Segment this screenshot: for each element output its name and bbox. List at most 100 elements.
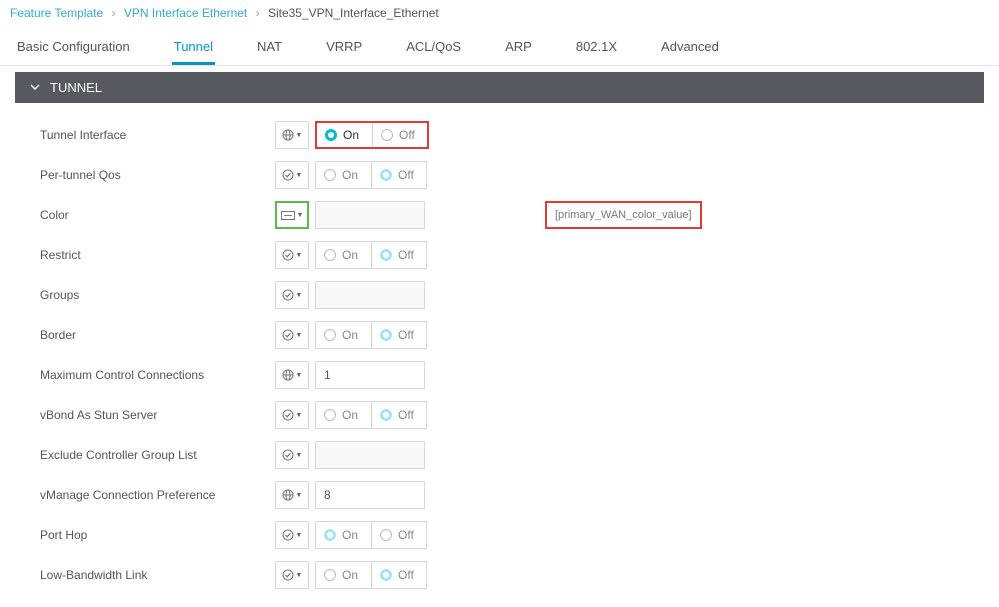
chevron-down-icon: [30, 80, 40, 95]
radio-icon: [380, 409, 392, 421]
row-vbond_stun: vBond As Stun Server▼OnOff: [15, 395, 984, 435]
check-icon: [282, 529, 294, 541]
breadcrumb-root[interactable]: Feature Template: [10, 6, 103, 20]
on-option[interactable]: On: [317, 123, 372, 147]
tab-arp[interactable]: ARP: [503, 31, 534, 65]
tab-tunnel[interactable]: Tunnel: [172, 31, 215, 65]
source-type-dropdown[interactable]: ▼: [275, 161, 309, 189]
source-type-dropdown[interactable]: ▼: [275, 521, 309, 549]
on-option[interactable]: On: [316, 242, 371, 268]
source-type-dropdown[interactable]: ▼: [275, 401, 309, 429]
off-option[interactable]: Off: [371, 322, 426, 348]
row-max_ctrl: Maximum Control Connections ▼ 1: [15, 355, 984, 395]
breadcrumb: Feature Template › VPN Interface Etherne…: [0, 0, 999, 26]
off-option[interactable]: Off: [371, 402, 426, 428]
label-border: Border: [15, 328, 275, 342]
row-tunnel_interface: Tunnel Interface▼OnOff: [15, 115, 984, 155]
option-label: Off: [398, 168, 414, 182]
breadcrumb-sep-icon: ›: [256, 6, 260, 20]
onoff-group-restrict: On Off: [315, 241, 427, 269]
caret-down-icon: ▼: [296, 452, 303, 459]
breadcrumb-current: Site35_VPN_Interface_Ethernet: [268, 6, 439, 20]
on-option[interactable]: On: [316, 522, 371, 548]
label-max_ctrl: Maximum Control Connections: [15, 368, 275, 382]
option-label: Off: [398, 568, 414, 582]
tab-bar: Basic Configuration Tunnel NAT VRRP ACL/QoS A…: [0, 26, 999, 66]
check-icon: [282, 409, 294, 421]
radio-icon: [324, 329, 336, 341]
globe-icon: [282, 489, 294, 501]
source-type-dropdown[interactable]: ▼: [275, 241, 309, 269]
option-label: On: [342, 568, 358, 582]
caret-down-icon: ▼: [296, 372, 303, 379]
check-icon: [282, 329, 294, 341]
option-label: Off: [399, 128, 415, 142]
hint-box-color: [primary_WAN_color_value]: [545, 201, 702, 229]
on-option[interactable]: On: [316, 162, 371, 188]
option-label: Off: [398, 528, 414, 542]
on-option[interactable]: On: [316, 402, 371, 428]
globe-icon: [282, 369, 294, 381]
option-label: Off: [398, 408, 414, 422]
caret-down-icon: ▼: [296, 532, 303, 539]
label-low_bw: Low-Bandwidth Link: [15, 568, 275, 582]
radio-icon: [324, 169, 336, 181]
form-body: Tunnel Interface▼OnOffPer-tunnel Qos▼OnO…: [0, 115, 999, 607]
source-type-dropdown[interactable]: ▼: [275, 321, 309, 349]
row-groups: Groups▼: [15, 275, 984, 315]
label-per_tunnel_qos: Per-tunnel Qos: [15, 168, 275, 182]
onoff-group-border: OnOff: [315, 321, 427, 349]
off-option[interactable]: Off: [372, 123, 427, 147]
onoff-group-tunnel_interface: On Off: [315, 121, 429, 149]
caret-down-icon: ▼: [297, 212, 304, 219]
breadcrumb-parent[interactable]: VPN Interface Ethernet: [124, 6, 247, 20]
row-per_tunnel_qos: Per-tunnel Qos▼ On Off: [15, 155, 984, 195]
radio-icon: [324, 249, 336, 261]
tab-nat[interactable]: NAT: [255, 31, 284, 65]
label-restrict: Restrict: [15, 248, 275, 262]
on-option[interactable]: On: [316, 322, 371, 348]
row-vmanage_pref: vManage Connection Preference▼8: [15, 475, 984, 515]
tab-vrrp[interactable]: VRRP: [324, 31, 364, 65]
source-type-dropdown[interactable]: ▼: [275, 481, 309, 509]
value-input-color[interactable]: [315, 201, 425, 229]
source-type-dropdown[interactable]: ▼: [275, 361, 309, 389]
radio-icon: [381, 129, 393, 141]
box-icon: [281, 211, 295, 220]
value-input-max_ctrl[interactable]: 1: [315, 361, 425, 389]
off-option[interactable]: Off: [371, 562, 426, 588]
source-type-dropdown[interactable]: ▼: [275, 561, 309, 589]
radio-icon: [380, 169, 392, 181]
on-option[interactable]: On: [316, 562, 371, 588]
value-input-vmanage_pref[interactable]: 8: [315, 481, 425, 509]
row-low_bw: Low-Bandwidth Link▼ On Off: [15, 555, 984, 595]
radio-icon: [324, 569, 336, 581]
tab-802-1x[interactable]: 802.1X: [574, 31, 619, 65]
caret-down-icon: ▼: [296, 412, 303, 419]
value-input-exclude_ctrl[interactable]: [315, 441, 425, 469]
tab-basic-configuration[interactable]: Basic Configuration: [15, 31, 132, 65]
value-input-groups[interactable]: [315, 281, 425, 309]
label-color: Color: [15, 208, 275, 222]
source-type-dropdown[interactable]: ▼: [275, 281, 309, 309]
radio-icon: [380, 329, 392, 341]
option-label: On: [342, 248, 358, 262]
tab-advanced[interactable]: Advanced: [659, 31, 721, 65]
caret-down-icon: ▼: [296, 332, 303, 339]
caret-down-icon: ▼: [296, 252, 303, 259]
off-option[interactable]: Off: [371, 242, 426, 268]
off-option[interactable]: Off: [371, 162, 426, 188]
check-icon: [282, 569, 294, 581]
check-icon: [282, 449, 294, 461]
tab-acl-qos[interactable]: ACL/QoS: [404, 31, 463, 65]
radio-icon: [325, 129, 337, 141]
source-type-dropdown[interactable]: ▼: [275, 441, 309, 469]
off-option[interactable]: Off: [371, 522, 426, 548]
row-border: Border ▼ OnOff: [15, 315, 984, 355]
row-port_hop: Port Hop▼OnOff: [15, 515, 984, 555]
section-header-tunnel[interactable]: TUNNEL: [15, 72, 984, 103]
source-type-dropdown[interactable]: ▼: [275, 201, 309, 229]
source-type-dropdown[interactable]: ▼: [275, 121, 309, 149]
label-exclude_ctrl: Exclude Controller Group List: [15, 448, 275, 462]
option-label: On: [342, 528, 358, 542]
